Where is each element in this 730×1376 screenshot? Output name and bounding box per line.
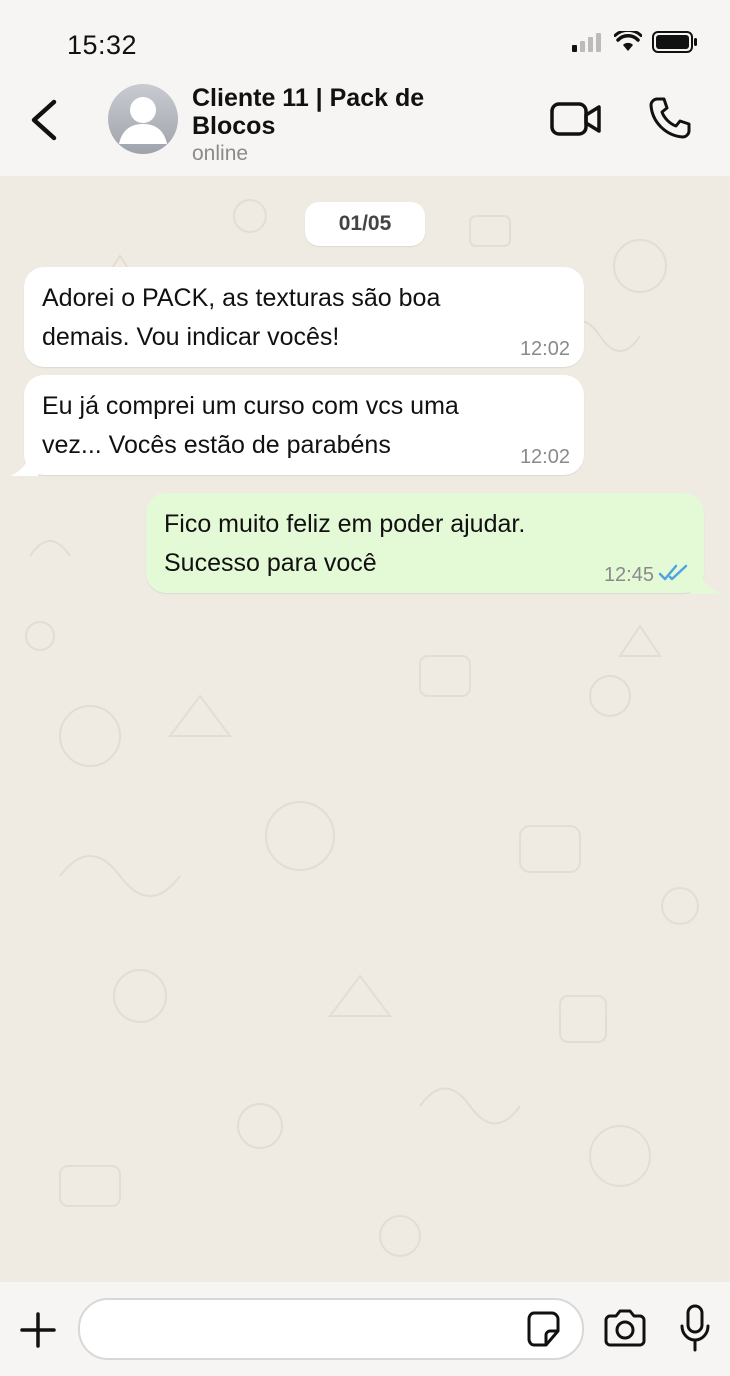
status-bar: 15:32: [0, 0, 730, 80]
message-text: Fico muito feliz em poder ajudar. Sucess…: [164, 505, 525, 583]
message-time: 12:02: [519, 446, 570, 468]
avatar[interactable]: [108, 84, 178, 154]
message-bubble-outgoing[interactable]: Fico muito feliz em poder ajudar. Sucess…: [146, 493, 704, 593]
bubble-tail-outgoing: [690, 570, 722, 594]
message-line: Sucesso para você: [164, 549, 377, 577]
contact-name[interactable]: Cliente 11 | Pack de Blocos: [192, 84, 512, 140]
message-time: 12:45: [603, 564, 654, 586]
double-check-icon: [658, 564, 688, 581]
phone-icon[interactable]: [648, 96, 692, 140]
message-time: 12:02: [519, 338, 570, 360]
message-line: demais. Vou indicar vocês!: [42, 323, 340, 351]
message-line: Eu já comprei um curso com vcs uma: [42, 392, 459, 420]
camera-icon[interactable]: [602, 1308, 648, 1348]
message-line: Fico muito feliz em poder ajudar.: [164, 510, 526, 538]
chat-area[interactable]: 01/05 Adorei o PACK, as texturas são boa…: [0, 176, 730, 1282]
battery-icon: [652, 31, 697, 53]
sticker-icon[interactable]: [523, 1309, 563, 1349]
message-bubble-incoming[interactable]: Adorei o PACK, as texturas são boa demai…: [24, 267, 584, 367]
date-separator: 01/05: [305, 202, 425, 246]
wifi-icon: [614, 31, 642, 51]
message-input-bar: [0, 1282, 730, 1376]
status-time: 15:32: [67, 30, 138, 60]
status-icons: [572, 30, 698, 54]
back-icon[interactable]: [26, 98, 60, 142]
signal-icon: [572, 33, 601, 52]
message-text: Eu já comprei um curso com vcs uma vez..…: [42, 387, 459, 465]
bubble-tail-incoming: [10, 452, 38, 476]
avatar-icon: [119, 97, 167, 144]
mic-icon[interactable]: [678, 1304, 712, 1352]
contact-status: online: [192, 142, 249, 165]
message-input[interactable]: [78, 1298, 584, 1360]
message-bubble-incoming[interactable]: Eu já comprei um curso com vcs uma vez..…: [24, 375, 584, 475]
message-text: Adorei o PACK, as texturas são boa demai…: [42, 279, 440, 357]
message-line: Adorei o PACK, as texturas são boa: [42, 284, 441, 312]
message-line: vez... Vocês estão de parabéns: [42, 431, 391, 459]
plus-icon[interactable]: [18, 1310, 58, 1350]
chat-header: Cliente 11 | Pack de Blocos online: [0, 80, 730, 176]
video-call-icon[interactable]: [550, 100, 602, 138]
